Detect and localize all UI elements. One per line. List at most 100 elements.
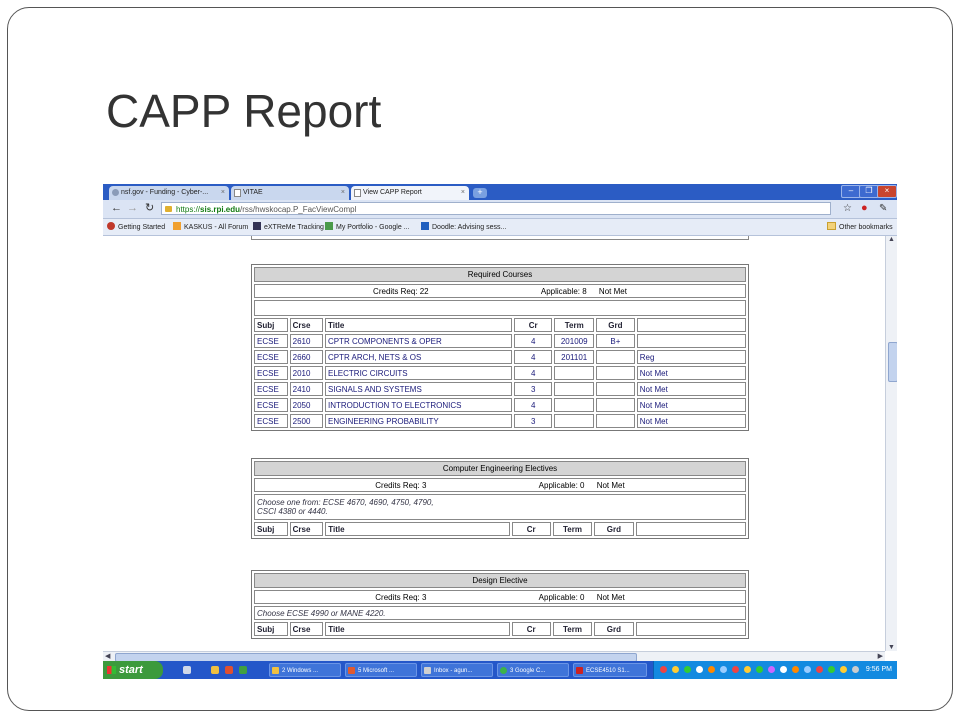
table-row: ECSE 2500 ENGINEERING PROBABILITY 3 Not … bbox=[254, 414, 746, 428]
tab-nsf[interactable]: nsf.gov - Funding - Cyber-... × bbox=[109, 186, 229, 200]
restore-button[interactable]: ❐ bbox=[859, 185, 879, 198]
taskbar-item-windows[interactable]: 2 Windows ... bbox=[269, 663, 341, 677]
bookmarks-bar: Getting Started KASKUS - All Forum eXTRe… bbox=[103, 219, 897, 236]
tray-icon[interactable] bbox=[708, 666, 715, 673]
close-icon[interactable]: × bbox=[461, 186, 465, 200]
section-title: Required Courses bbox=[254, 267, 746, 282]
start-button[interactable]: start bbox=[103, 661, 163, 679]
scroll-down-icon[interactable]: ▼ bbox=[888, 644, 895, 651]
tray-icon[interactable] bbox=[720, 666, 727, 673]
engineering-electives-table: Computer Engineering Electives Credits R… bbox=[251, 458, 749, 539]
credits-applicable: Applicable: 8 bbox=[540, 286, 587, 296]
bookmark-icon bbox=[325, 222, 333, 230]
scroll-up-icon[interactable]: ▲ bbox=[888, 236, 895, 243]
tray-icon[interactable] bbox=[792, 666, 799, 673]
scroll-left-icon[interactable]: ◀ bbox=[105, 652, 110, 660]
other-bookmarks[interactable]: Other bookmarks bbox=[827, 222, 893, 233]
title-cell: CPTR COMPONENTS & OPER bbox=[325, 334, 512, 348]
grd-cell bbox=[595, 414, 635, 428]
tray-icon[interactable] bbox=[672, 666, 679, 673]
note-line: CSCI 4380 or 4440. bbox=[257, 507, 328, 516]
taskbar-item-label: 3 Google C... bbox=[510, 668, 546, 674]
bookmark-doodle[interactable]: Doodle: Advising sess... bbox=[421, 222, 506, 233]
taskbar-item-google-chrome[interactable]: 3 Google C... bbox=[497, 663, 569, 677]
bookmark-getting-started[interactable]: Getting Started bbox=[107, 222, 165, 233]
taskbar-item-microsoft[interactable]: 5 Microsoft ... bbox=[345, 663, 417, 677]
crse-cell: 2610 bbox=[289, 334, 323, 348]
title-cell: SIGNALS AND SYSTEMS bbox=[325, 382, 512, 396]
tab-view-capp-report[interactable]: View CAPP Report × bbox=[351, 186, 469, 200]
system-tray: 9:56 PM bbox=[653, 661, 897, 679]
tray-icon[interactable] bbox=[852, 666, 859, 673]
taskbar-item-label: 2 Windows ... bbox=[282, 668, 319, 674]
bookmark-extreme-tracking[interactable]: eXTReMe Tracking bbox=[253, 222, 324, 233]
slide-title: CAPP Report bbox=[106, 85, 382, 137]
crse-cell: 2500 bbox=[289, 414, 323, 428]
status-cell bbox=[636, 334, 746, 348]
tab-vitae[interactable]: VITAE × bbox=[231, 186, 349, 200]
bookmark-label: Getting Started bbox=[118, 224, 166, 231]
forward-icon[interactable]: → bbox=[127, 202, 138, 215]
cr-cell: 3 bbox=[513, 414, 553, 428]
vertical-scrollbar[interactable]: ▲ ▼ bbox=[885, 236, 897, 651]
tray-icon[interactable] bbox=[816, 666, 823, 673]
bookmark-icon bbox=[253, 222, 261, 230]
subj-cell: ECSE bbox=[254, 350, 288, 364]
title-cell: INTRODUCTION TO ELECTRONICS bbox=[325, 398, 512, 412]
bookmark-label: eXTReMe Tracking bbox=[264, 224, 324, 231]
grd-cell bbox=[595, 398, 635, 412]
tray-icon[interactable] bbox=[696, 666, 703, 673]
scroll-right-icon[interactable]: ▶ bbox=[878, 652, 883, 660]
tray-icon[interactable] bbox=[744, 666, 751, 673]
credits-applicable: Applicable: 0 bbox=[538, 592, 585, 602]
taskbar: start 2 Windows ... 5 Microsoft ... Inbo… bbox=[103, 661, 897, 679]
page-icon bbox=[234, 189, 241, 197]
taskbar-item-inbox[interactable]: Inbox - agun... bbox=[421, 663, 493, 677]
quicklaunch-icon[interactable] bbox=[183, 666, 191, 674]
tray-icon[interactable] bbox=[840, 666, 847, 673]
taskbar-item-pdf[interactable]: ECSE4510 S1... bbox=[573, 663, 647, 677]
quicklaunch-icon[interactable] bbox=[225, 666, 233, 674]
credits-row: Credits Req: 22 Applicable: 8 Not Met bbox=[254, 284, 746, 298]
tray-icon[interactable] bbox=[828, 666, 835, 673]
credits-row: Credits Req: 3 Applicable: 0 Not Met bbox=[254, 590, 746, 604]
pdf-icon bbox=[576, 667, 583, 674]
new-tab-button[interactable]: + bbox=[473, 188, 487, 198]
page-menu-icon[interactable]: ● bbox=[861, 202, 868, 215]
address-bar[interactable]: https://sis.rpi.edu/rss/hwskocap.P_FacVi… bbox=[161, 202, 831, 215]
back-icon[interactable]: ← bbox=[111, 202, 122, 215]
reload-icon[interactable]: ↻ bbox=[145, 202, 154, 215]
status-cell: Not Met bbox=[636, 382, 746, 396]
tray-icon[interactable] bbox=[684, 666, 691, 673]
tray-icon[interactable] bbox=[768, 666, 775, 673]
column-header: Subj bbox=[254, 522, 288, 536]
quicklaunch-icon[interactable] bbox=[211, 666, 219, 674]
bookmark-kaskus[interactable]: KASKUS - All Forum bbox=[173, 222, 248, 233]
bookmark-my-portfolio[interactable]: My Portfolio - Google ... bbox=[325, 222, 410, 233]
term-cell bbox=[554, 366, 594, 380]
cr-cell: 4 bbox=[513, 366, 553, 380]
star-icon[interactable]: ☆ bbox=[843, 202, 852, 215]
tray-icon[interactable] bbox=[660, 666, 667, 673]
grd-cell bbox=[595, 382, 635, 396]
status-cell: Reg bbox=[636, 350, 746, 364]
column-header: Crse bbox=[289, 522, 324, 536]
quicklaunch-icon[interactable] bbox=[239, 666, 247, 674]
bookmark-label: Doodle: Advising sess... bbox=[432, 224, 507, 231]
wrench-icon[interactable]: ✎ bbox=[879, 202, 887, 215]
title-cell: ELECTRIC CIRCUITS bbox=[325, 366, 512, 380]
table-row: ECSE 2050 INTRODUCTION TO ELECTRONICS 4 … bbox=[254, 398, 746, 412]
close-icon[interactable]: × bbox=[221, 186, 225, 200]
close-window-button[interactable]: × bbox=[877, 185, 897, 198]
scroll-thumb[interactable] bbox=[888, 342, 897, 382]
minimize-button[interactable]: – bbox=[841, 185, 861, 198]
tray-icon[interactable] bbox=[732, 666, 739, 673]
tray-icon[interactable] bbox=[756, 666, 763, 673]
chrome-icon bbox=[500, 667, 507, 674]
tray-icon[interactable] bbox=[780, 666, 787, 673]
close-icon[interactable]: × bbox=[341, 186, 345, 200]
table-row: ECSE 2410 SIGNALS AND SYSTEMS 3 Not Met bbox=[254, 382, 746, 396]
grd-cell: B+ bbox=[595, 334, 635, 348]
tray-icon[interactable] bbox=[804, 666, 811, 673]
section-title: Computer Engineering Electives bbox=[254, 461, 746, 476]
